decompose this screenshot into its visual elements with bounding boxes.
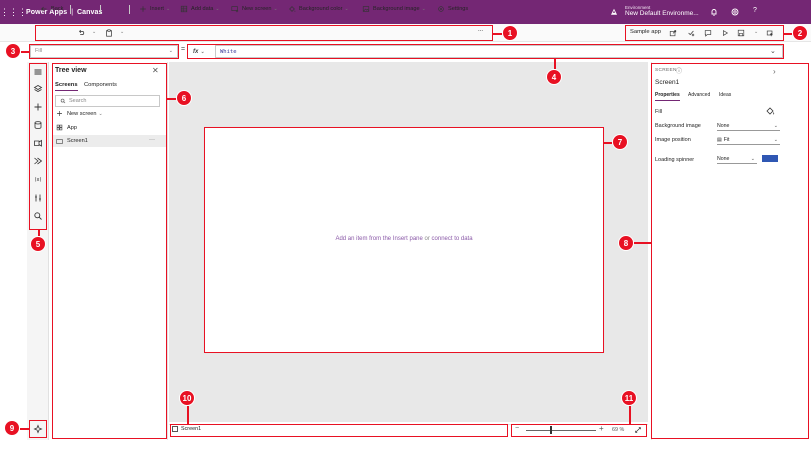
divider xyxy=(129,5,130,14)
add-data-button[interactable]: Add data ⌄ xyxy=(180,3,220,15)
add-data-label: Add data xyxy=(191,6,214,12)
annotation-box-tree-view xyxy=(52,63,167,439)
notifications-icon[interactable] xyxy=(709,7,719,17)
annotation-box-property-list xyxy=(29,44,179,59)
background-color-label: Background color xyxy=(299,6,343,12)
back-arrow-icon xyxy=(41,6,47,12)
annotation-badge-4: 4 xyxy=(546,69,562,85)
annotation-badge-6: 6 xyxy=(176,90,192,106)
annotation-badge-9: 9 xyxy=(4,420,20,436)
insert-button[interactable]: Insert ⌄ xyxy=(139,3,170,15)
annotation-connector xyxy=(493,33,502,35)
annotation-box-screen-selector xyxy=(170,424,508,437)
environment-icon xyxy=(610,8,618,15)
annotation-connector xyxy=(629,406,631,424)
database-icon xyxy=(180,5,188,13)
annotation-connector xyxy=(634,242,651,244)
annotation-connector xyxy=(167,98,176,100)
plus-icon xyxy=(140,6,146,12)
divider xyxy=(70,5,71,14)
back-label: Back xyxy=(51,6,64,12)
environment-name: New Default Environme... xyxy=(625,10,699,18)
annotation-box-formula-bar xyxy=(187,44,784,59)
annotation-connector xyxy=(187,406,189,424)
settings-gear-icon[interactable] xyxy=(730,7,740,17)
annotation-connector xyxy=(21,51,29,53)
gear-icon xyxy=(438,6,444,12)
annotation-box-authoring-menu xyxy=(29,63,47,230)
annotation-badge-2: 2 xyxy=(792,25,808,41)
app-launcher-icon[interactable]: ⋮⋮⋮ xyxy=(0,7,27,18)
insert-label: Insert xyxy=(150,6,164,12)
annotation-connector xyxy=(20,428,29,430)
annotation-connector xyxy=(604,142,612,144)
annotation-box-canvas xyxy=(204,127,604,353)
settings-label: Settings xyxy=(448,6,469,12)
annotation-badge-10: 10 xyxy=(179,390,195,406)
new-screen-label: New screen xyxy=(242,6,272,12)
back-button[interactable]: Back xyxy=(40,3,63,15)
annotation-badge-7: 7 xyxy=(612,134,628,150)
background-image-label: Background image xyxy=(373,6,420,12)
background-image-button[interactable]: Background image ⌄ xyxy=(362,3,426,15)
annotation-box-app-actions xyxy=(625,25,784,41)
equals-sign: = xyxy=(181,46,186,53)
new-screen-icon xyxy=(231,6,239,13)
image-icon xyxy=(362,6,370,12)
annotation-badge-3: 3 xyxy=(5,43,21,59)
divider xyxy=(100,5,101,14)
annotation-box-command-bar xyxy=(35,25,493,41)
background-color-button[interactable]: Background color ⌄ xyxy=(288,3,349,15)
app-context: Canvas xyxy=(77,8,103,16)
help-button[interactable]: ? xyxy=(753,7,757,14)
annotation-connector xyxy=(784,33,792,35)
annotation-badge-5: 5 xyxy=(30,236,46,252)
annotation-badge-1: 1 xyxy=(502,25,518,41)
new-screen-button[interactable]: New screen ⌄ xyxy=(231,3,278,15)
environment-picker[interactable]: Environment New Default Environme... xyxy=(625,5,699,18)
annotation-box-zoom xyxy=(511,424,647,437)
annotation-badge-8: 8 xyxy=(618,235,634,251)
title-separator: | xyxy=(71,8,74,16)
annotation-badge-11: 11 xyxy=(621,390,637,406)
paint-bucket-icon xyxy=(289,6,296,12)
annotation-box-properties xyxy=(651,63,809,439)
annotation-connector xyxy=(554,59,556,69)
annotation-box-copilot xyxy=(29,420,47,438)
settings-button[interactable]: Settings xyxy=(437,3,468,15)
